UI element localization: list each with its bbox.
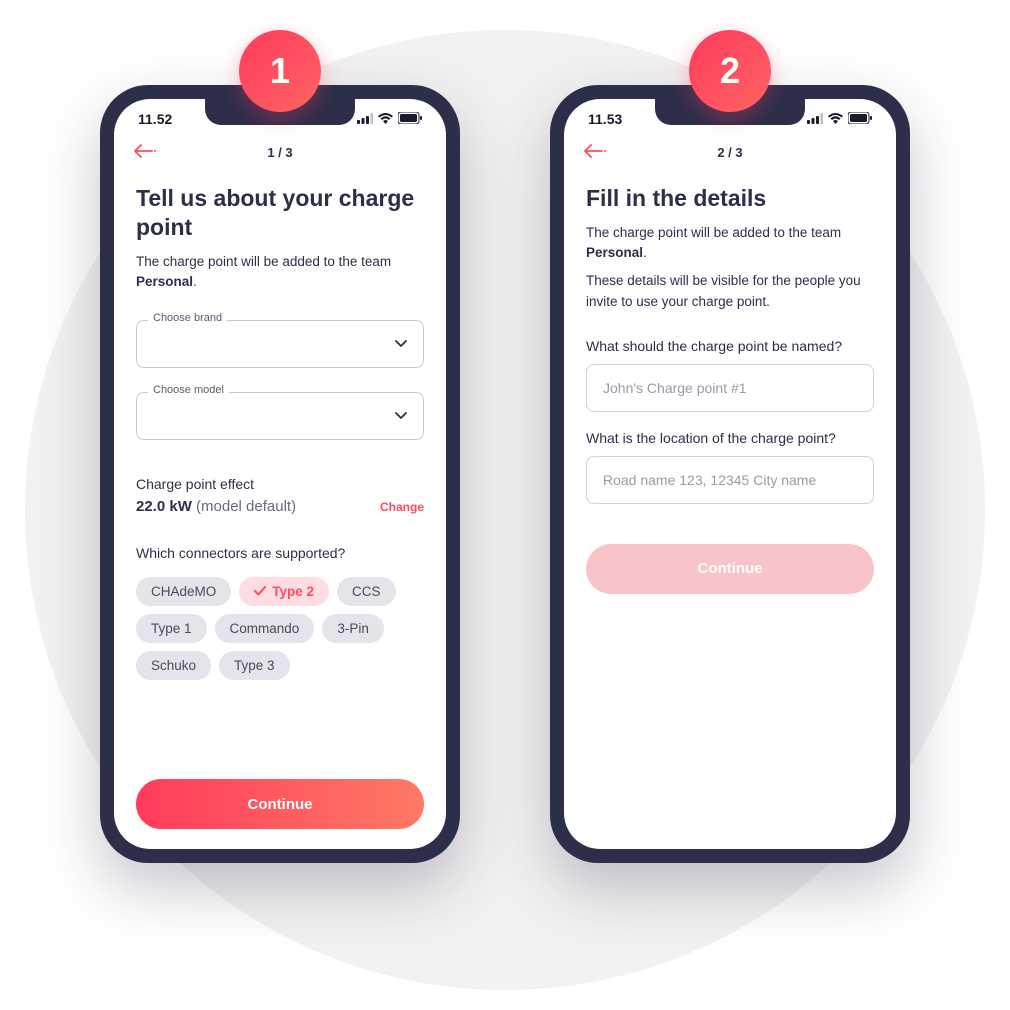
chip-schuko[interactable]: Schuko [136,651,211,680]
continue-button[interactable]: Continue [586,544,874,594]
phone-1-wrap: 1 11.52 1 / 3 [100,85,460,863]
chip-commando[interactable]: Commando [215,614,315,643]
subtitle-team: Personal [586,245,643,260]
page-title: Fill in the details [586,184,874,213]
subtitle-pre: The charge point will be added to the te… [136,254,391,269]
chip-type1[interactable]: Type 1 [136,614,207,643]
screen-1: 11.52 1 / 3 Tell us about your charge po… [114,99,446,849]
back-button[interactable] [584,142,606,163]
subtitle-post: . [193,274,197,289]
brand-label: Choose brand [148,312,227,324]
subtitle-team: Personal [136,274,193,289]
step-badge-2: 2 [689,30,771,112]
subtitle-post: . [643,245,647,260]
effect-kw: 22.0 kW [136,498,192,515]
battery-icon [398,111,422,127]
step-indicator: 1 / 3 [134,145,426,160]
effect-label: Charge point effect [136,476,424,492]
name-input[interactable]: John's Charge point #1 [586,364,874,412]
chip-type2[interactable]: Type 2 [239,577,329,606]
chevron-down-icon [395,335,407,353]
signal-icon [357,111,373,127]
status-time: 11.52 [138,111,172,127]
effect-note: (model default) [192,498,296,515]
connectors-label: Which connectors are supported? [136,545,424,561]
nav-bar: 1 / 3 [114,131,446,170]
continue-button[interactable]: Continue [136,779,424,829]
page-subtitle: The charge point will be added to the te… [136,252,424,293]
status-time: 11.53 [588,111,622,127]
phone-2-wrap: 2 11.53 2 / 3 [550,85,910,863]
status-icons [357,111,422,127]
signal-icon [807,111,823,127]
step-badge-1: 1 [239,30,321,112]
chip-type2-label: Type 2 [272,584,314,599]
subtitle-pre: The charge point will be added to the te… [586,225,841,240]
page-title: Tell us about your charge point [136,184,424,242]
connector-chips: CHAdeMO Type 2 CCS Type 1 Commando 3-Pin… [136,577,424,680]
nav-bar: 2 / 3 [564,131,896,170]
model-select[interactable]: Choose model [136,392,424,440]
chip-ccs[interactable]: CCS [337,577,396,606]
status-icons [807,111,872,127]
effect-value: 22.0 kW (model default) [136,498,296,515]
location-label: What is the location of the charge point… [586,430,874,446]
phone-frame-2: 11.53 2 / 3 Fill in the details [550,85,910,863]
model-label: Choose model [148,384,229,396]
chip-3pin[interactable]: 3-Pin [322,614,384,643]
brand-select[interactable]: Choose brand [136,320,424,368]
arrow-left-icon [134,144,156,158]
check-icon [254,584,266,599]
effect-row: 22.0 kW (model default) Change [136,498,424,515]
change-link[interactable]: Change [380,500,424,514]
chip-chademo[interactable]: CHAdeMO [136,577,231,606]
chip-type3[interactable]: Type 3 [219,651,290,680]
phone-frame-1: 11.52 1 / 3 Tell us about your charge po… [100,85,460,863]
page-subtitle-2: These details will be visible for the pe… [586,271,874,312]
name-label: What should the charge point be named? [586,338,874,354]
wifi-icon [828,111,843,127]
page-subtitle: The charge point will be added to the te… [586,223,874,264]
arrow-left-icon [584,144,606,158]
step-indicator: 2 / 3 [584,145,876,160]
location-input[interactable]: Road name 123, 12345 City name [586,456,874,504]
chevron-down-icon [395,407,407,425]
back-button[interactable] [134,142,156,163]
wifi-icon [378,111,393,127]
battery-icon [848,111,872,127]
screen-2: 11.53 2 / 3 Fill in the details [564,99,896,849]
